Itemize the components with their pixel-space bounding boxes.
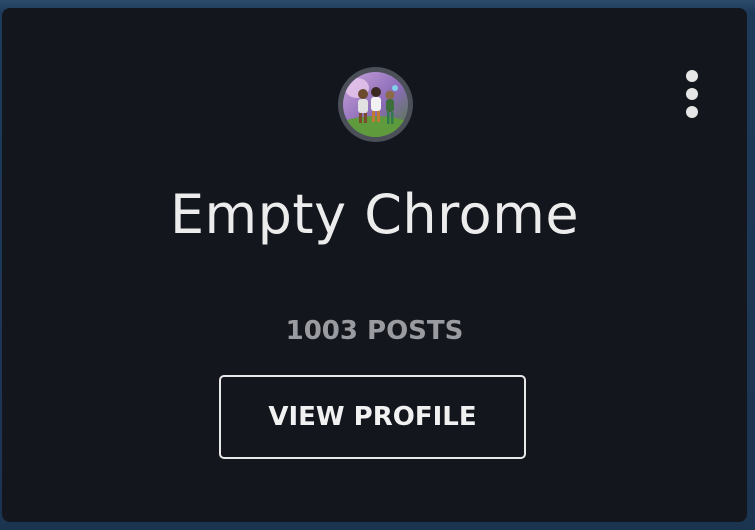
- avatar[interactable]: [338, 67, 413, 142]
- posts-count: 1003 POSTS: [285, 316, 464, 346]
- more-vertical-icon: [686, 70, 698, 82]
- view-profile-button[interactable]: VIEW PROFILE: [219, 375, 526, 459]
- profile-card: Empty Chrome 1003 POSTS VIEW PROFILE: [2, 8, 747, 522]
- more-vertical-icon-dot: [686, 88, 698, 100]
- profile-name: Empty Chrome: [169, 183, 580, 246]
- more-options-button[interactable]: [678, 68, 706, 120]
- avatar-image: [343, 72, 408, 137]
- more-vertical-icon-dot: [686, 106, 698, 118]
